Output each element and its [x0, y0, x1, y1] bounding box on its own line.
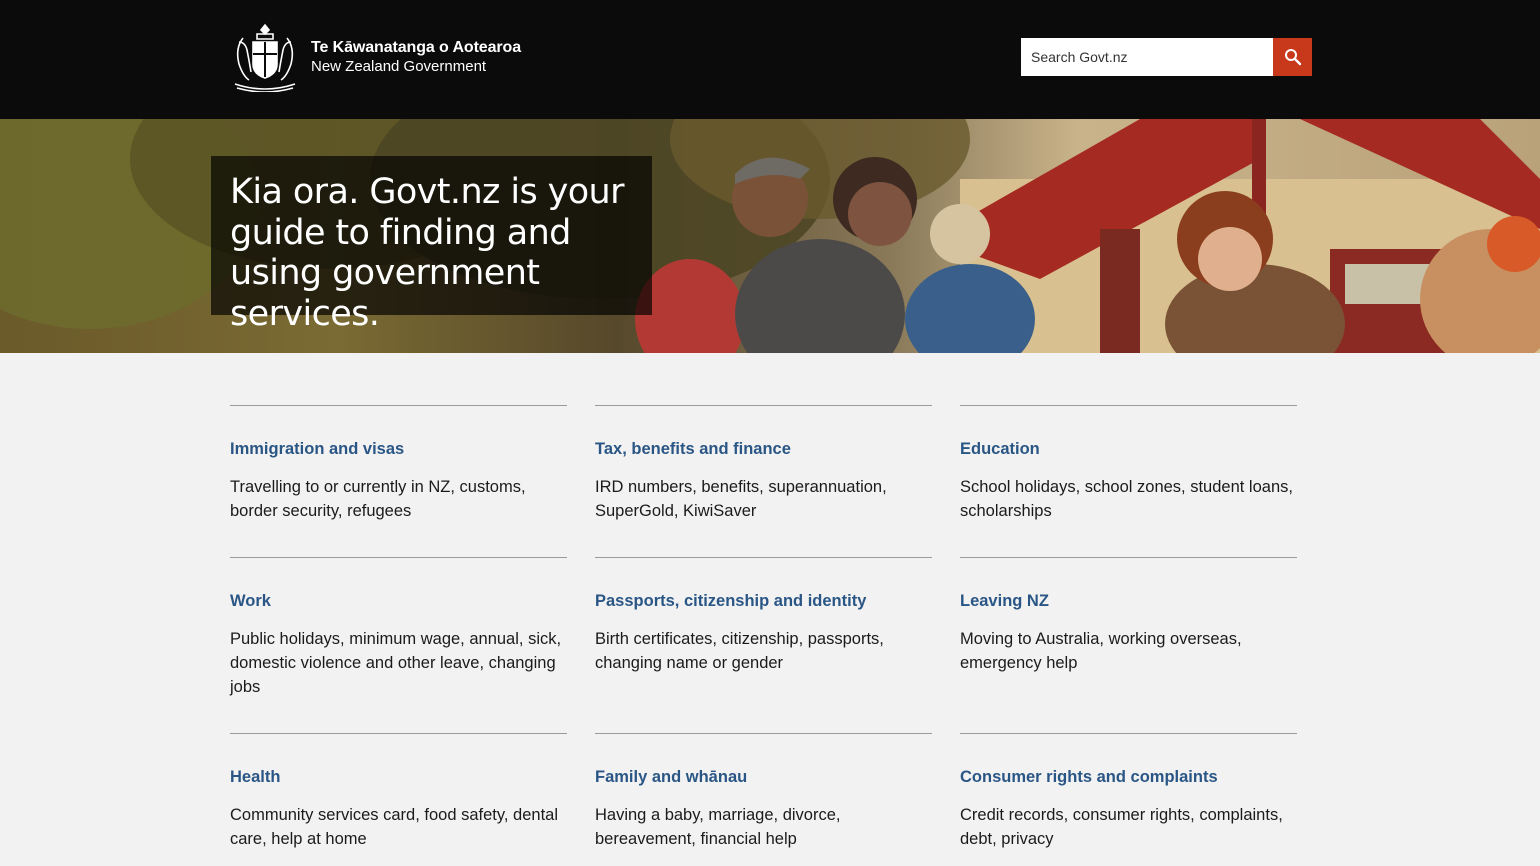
topic-link-tax[interactable]: Tax, benefits and finance — [595, 440, 791, 459]
topic-card: Consumer rights and complaints Credit re… — [960, 733, 1297, 848]
govt-logo-link[interactable]: Te Kāwanatanga o Aotearoa New Zealand Go… — [229, 22, 521, 92]
topic-description: Credit records, consumer rights, complai… — [960, 806, 1283, 848]
topic-link-consumer-rights[interactable]: Consumer rights and complaints — [960, 768, 1218, 787]
coat-of-arms-icon — [234, 23, 296, 92]
logo-text: Te Kāwanatanga o Aotearoa New Zealand Go… — [311, 38, 521, 75]
topic-link-passports[interactable]: Passports, citizenship and identity — [595, 592, 866, 611]
search-form — [1021, 38, 1312, 76]
hero-heading: Kia ora. Govt.nz is your guide to findin… — [230, 172, 625, 334]
topic-link-education[interactable]: Education — [960, 440, 1040, 459]
topic-description: Public holidays, minimum wage, annual, s… — [230, 630, 562, 696]
topic-link-health[interactable]: Health — [230, 768, 280, 787]
topic-link-leaving-nz[interactable]: Leaving NZ — [960, 592, 1049, 611]
topic-link-work[interactable]: Work — [230, 592, 271, 611]
topic-link-immigration[interactable]: Immigration and visas — [230, 440, 404, 459]
topic-card: Leaving NZ Moving to Australia, working … — [960, 557, 1297, 672]
topic-link-family[interactable]: Family and whānau — [595, 768, 747, 787]
topic-description: Moving to Australia, working overseas, e… — [960, 630, 1242, 672]
topic-description: Having a baby, marriage, divorce, bereav… — [595, 806, 841, 848]
topic-description: IRD numbers, benefits, superannuation, S… — [595, 478, 887, 520]
topic-description: Birth certificates, citizenship, passpor… — [595, 630, 884, 672]
hero-banner: Kia ora. Govt.nz is your guide to findin… — [0, 119, 1540, 353]
search-button[interactable] — [1273, 38, 1312, 76]
topic-description: Community services card, food safety, de… — [230, 806, 559, 848]
topic-description: Travelling to or currently in NZ, custom… — [230, 478, 526, 520]
topic-card: Education School holidays, school zones,… — [960, 405, 1297, 520]
logo-english-name: New Zealand Government — [311, 57, 487, 75]
topic-card: Immigration and visas Travelling to or c… — [230, 405, 567, 520]
logo-maori-name: Te Kāwanatanga o Aotearoa — [311, 39, 521, 57]
topic-card: Passports, citizenship and identity Birt… — [595, 557, 932, 672]
search-icon — [1284, 49, 1301, 66]
topic-card: Family and whānau Having a baby, marriag… — [595, 733, 932, 848]
topic-card: Work Public holidays, minimum wage, annu… — [230, 557, 567, 696]
topic-card: Tax, benefits and finance IRD numbers, b… — [595, 405, 932, 520]
topic-card: Health Community services card, food saf… — [230, 733, 567, 848]
search-input[interactable] — [1021, 38, 1273, 76]
site-header: Te Kāwanatanga o Aotearoa New Zealand Go… — [0, 0, 1540, 119]
topic-description: School holidays, school zones, student l… — [960, 478, 1293, 520]
